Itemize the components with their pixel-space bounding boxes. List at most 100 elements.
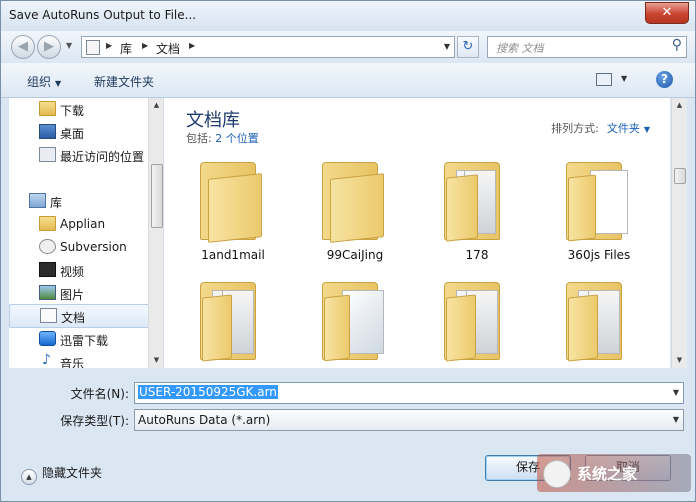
nav-item-label: 音乐 bbox=[60, 357, 85, 368]
new-folder-button[interactable]: 新建文件夹 bbox=[94, 73, 154, 90]
folder-icon bbox=[444, 282, 510, 362]
command-toolbar: 组织 ▼ 新建文件夹 ▼ ? bbox=[1, 63, 695, 98]
nav-item-label: 库 bbox=[50, 196, 63, 210]
title-bar: Save AutoRuns Output to File... ✕ bbox=[1, 1, 695, 31]
folder-icon bbox=[566, 162, 632, 242]
address-dropdown-icon[interactable]: ▼ bbox=[444, 42, 450, 51]
scroll-down-icon[interactable]: ▼ bbox=[672, 353, 687, 368]
folder-label: 178 bbox=[465, 248, 489, 262]
chevron-up-icon: ▲ bbox=[21, 469, 37, 485]
nav-item-label: 下载 bbox=[60, 104, 85, 118]
subversion-icon bbox=[39, 239, 56, 254]
organize-label: 组织 bbox=[27, 75, 52, 89]
includes-label: 包括: bbox=[186, 132, 212, 145]
folder-icon bbox=[322, 162, 388, 243]
folder-icon bbox=[200, 282, 266, 362]
back-button[interactable]: ◀ bbox=[11, 35, 35, 59]
recent-pages-dropdown[interactable]: ▼ bbox=[66, 41, 72, 50]
folder-icon bbox=[200, 162, 266, 243]
folder-icon bbox=[566, 282, 632, 362]
hide-folders-label: 隐藏文件夹 bbox=[42, 466, 103, 480]
folder-item[interactable]: 99CaiJing bbox=[300, 156, 410, 274]
scroll-up-icon[interactable]: ▲ bbox=[672, 98, 687, 113]
help-button[interactable]: ? bbox=[656, 71, 673, 88]
search-input[interactable]: 搜索 文档 ⚲ bbox=[487, 36, 687, 58]
location-icon bbox=[86, 40, 100, 55]
arrange-by: 排列方式: 文件夹 ▼ bbox=[551, 120, 650, 136]
hide-folders-toggle[interactable]: ▲ 隐藏文件夹 bbox=[21, 464, 102, 485]
nav-item-desktop[interactable]: 桌面 bbox=[9, 121, 147, 143]
scroll-down-icon[interactable]: ▼ bbox=[149, 353, 163, 368]
scroll-thumb[interactable] bbox=[151, 164, 163, 228]
includes-locations-link[interactable]: 2 个位置 bbox=[215, 132, 259, 145]
folder-item[interactable] bbox=[422, 276, 532, 368]
breadcrumb-separator-icon[interactable]: ▶ bbox=[189, 41, 195, 50]
nav-item-applian[interactable]: Applian bbox=[9, 213, 147, 235]
nav-item-label: 迅雷下载 bbox=[60, 334, 109, 348]
filename-label: 文件名(N): bbox=[70, 387, 129, 401]
music-icon: ♪ bbox=[42, 352, 51, 368]
nav-item-subversion[interactable]: Subversion bbox=[9, 236, 147, 258]
desktop-icon bbox=[39, 124, 56, 139]
address-bar[interactable]: ▶ 库 ▶ 文档 ▶ ▼ bbox=[81, 36, 455, 58]
nav-item-label: Subversion bbox=[60, 240, 127, 254]
nav-item-label: 视频 bbox=[60, 265, 85, 279]
nav-item-label: Applian bbox=[60, 217, 106, 231]
thunder-icon bbox=[39, 331, 56, 346]
folder-icon bbox=[322, 282, 388, 362]
navigation-pane: 下载 桌面 最近访问的位置 库 Applian Subversion 视频 图片… bbox=[9, 98, 164, 368]
nav-item-thunder-downloads[interactable]: 迅雷下载 bbox=[9, 328, 147, 350]
folder-label: 99CaiJing bbox=[326, 248, 384, 262]
folder-item[interactable]: 178 bbox=[422, 156, 532, 274]
organize-menu[interactable]: 组织 ▼ bbox=[27, 73, 61, 90]
forward-button[interactable]: ▶ bbox=[37, 35, 61, 59]
refresh-button[interactable]: ↻ bbox=[457, 36, 479, 58]
breadcrumb-separator-icon[interactable]: ▶ bbox=[142, 41, 148, 50]
nav-scrollbar[interactable]: ▲ ▼ bbox=[148, 98, 163, 368]
nav-item-libraries[interactable]: 库 bbox=[9, 190, 147, 212]
nav-item-pictures[interactable]: 图片 bbox=[9, 282, 147, 304]
filetype-select[interactable]: AutoRuns Data (*.arn) ▼ bbox=[134, 409, 684, 431]
scroll-up-icon[interactable]: ▲ bbox=[149, 98, 163, 113]
filename-field[interactable]: USER-20150925GK.arn ▼ bbox=[134, 382, 684, 404]
close-button[interactable]: ✕ bbox=[645, 2, 689, 24]
library-includes: 包括: 2 个位置 bbox=[186, 130, 259, 146]
breadcrumb-separator-icon[interactable]: ▶ bbox=[106, 41, 112, 50]
documents-icon bbox=[40, 308, 57, 323]
nav-item-music[interactable]: ♪ 音乐 bbox=[9, 351, 147, 368]
search-icon[interactable]: ⚲ bbox=[672, 37, 682, 53]
arrange-by-dropdown[interactable]: 文件夹 bbox=[607, 122, 640, 135]
watermark-logo-icon bbox=[543, 460, 571, 488]
folder-item[interactable] bbox=[178, 276, 288, 368]
folder-label: 360js Files bbox=[567, 248, 631, 262]
folder-item[interactable] bbox=[544, 276, 654, 368]
folder-label: 1and1mail bbox=[201, 248, 265, 262]
folder-item[interactable] bbox=[300, 276, 410, 368]
nav-item-label: 桌面 bbox=[60, 127, 85, 141]
file-list-scrollbar[interactable]: ▲ ▼ bbox=[671, 98, 687, 368]
save-dialog: Save AutoRuns Output to File... ✕ ◀ ▶ ▼ … bbox=[0, 0, 696, 502]
breadcrumb-documents[interactable]: 文档 bbox=[156, 40, 180, 57]
scroll-thumb[interactable] bbox=[674, 168, 686, 184]
breadcrumb-library[interactable]: 库 bbox=[120, 40, 132, 57]
nav-item-label: 文档 bbox=[61, 311, 86, 325]
save-options-panel: 文件名(N): USER-20150925GK.arn ▼ 保存类型(T): A… bbox=[1, 368, 695, 501]
pictures-icon bbox=[39, 285, 56, 300]
video-icon bbox=[39, 262, 56, 277]
nav-item-documents[interactable]: 文档 bbox=[9, 304, 149, 328]
folder-item[interactable]: 1and1mail bbox=[178, 156, 288, 274]
change-view-icon[interactable] bbox=[596, 73, 612, 86]
nav-item-downloads[interactable]: 下载 bbox=[9, 98, 147, 120]
view-options-dropdown[interactable]: ▼ bbox=[621, 74, 627, 83]
recent-places-icon bbox=[39, 147, 56, 162]
chevron-down-icon[interactable]: ▼ bbox=[673, 388, 679, 397]
nav-item-videos[interactable]: 视频 bbox=[9, 259, 147, 281]
folder-icon bbox=[39, 101, 56, 116]
library-icon bbox=[29, 193, 46, 208]
folder-item[interactable]: 360js Files bbox=[544, 156, 654, 274]
nav-item-recent-places[interactable]: 最近访问的位置 bbox=[9, 144, 147, 166]
watermark-text: 系统之家 bbox=[577, 465, 638, 483]
filetype-value: AutoRuns Data (*.arn) bbox=[138, 413, 271, 427]
library-title: 文档库 bbox=[186, 110, 240, 131]
window-title: Save AutoRuns Output to File... bbox=[9, 8, 197, 22]
